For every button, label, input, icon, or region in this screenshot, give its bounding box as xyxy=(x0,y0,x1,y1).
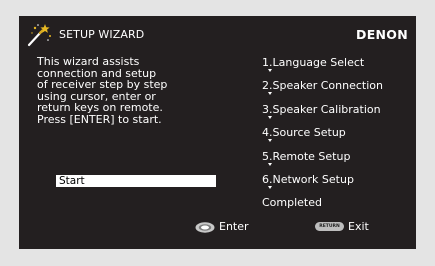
magic-wand-icon xyxy=(27,24,51,47)
wizard-steps-list: 1.Language Select 2.Speaker Connection 3… xyxy=(262,56,383,220)
description-line: Press [ENTER] to start. xyxy=(37,112,162,126)
step-completed: Completed xyxy=(262,196,383,219)
down-arrow-icon xyxy=(268,139,272,143)
step-label: 5.Remote Setup xyxy=(262,149,351,163)
exit-label: Exit xyxy=(348,220,369,233)
step-speaker-calibration: 3.Speaker Calibration xyxy=(262,103,383,126)
down-arrow-icon xyxy=(268,162,272,166)
step-label: 2.Speaker Connection xyxy=(262,79,383,93)
step-label: 3.Speaker Calibration xyxy=(262,102,381,116)
down-arrow-icon xyxy=(268,92,272,96)
step-source-setup: 4.Source Setup xyxy=(262,126,383,149)
step-speaker-connection: 2.Speaker Connection xyxy=(262,79,383,102)
remote-enter-button-icon xyxy=(195,222,215,233)
step-label: 6.Network Setup xyxy=(262,172,354,186)
down-arrow-icon xyxy=(268,115,272,119)
wizard-title: SETUP WIZARD xyxy=(59,28,145,41)
down-arrow-icon xyxy=(268,185,272,189)
step-label: Completed xyxy=(262,196,322,210)
enter-label: Enter xyxy=(219,220,249,233)
step-language-select: 1.Language Select xyxy=(262,56,383,79)
down-arrow-icon xyxy=(268,69,272,72)
setup-wizard-screen: SETUP WIZARD DENON This wizard assists c… xyxy=(19,16,416,249)
start-button[interactable]: Start xyxy=(56,175,216,187)
step-remote-setup: 5.Remote Setup xyxy=(262,150,383,173)
step-label: 1.Language Select xyxy=(262,56,365,69)
brand-logo: DENON xyxy=(356,27,408,42)
wizard-description: This wizard assists connection and setup… xyxy=(37,56,167,126)
description-line: This wizard assists xyxy=(37,55,140,68)
step-network-setup: 6.Network Setup xyxy=(262,173,383,196)
remote-return-button-icon: RETURN xyxy=(315,222,344,231)
step-label: 4.Source Setup xyxy=(262,126,346,140)
